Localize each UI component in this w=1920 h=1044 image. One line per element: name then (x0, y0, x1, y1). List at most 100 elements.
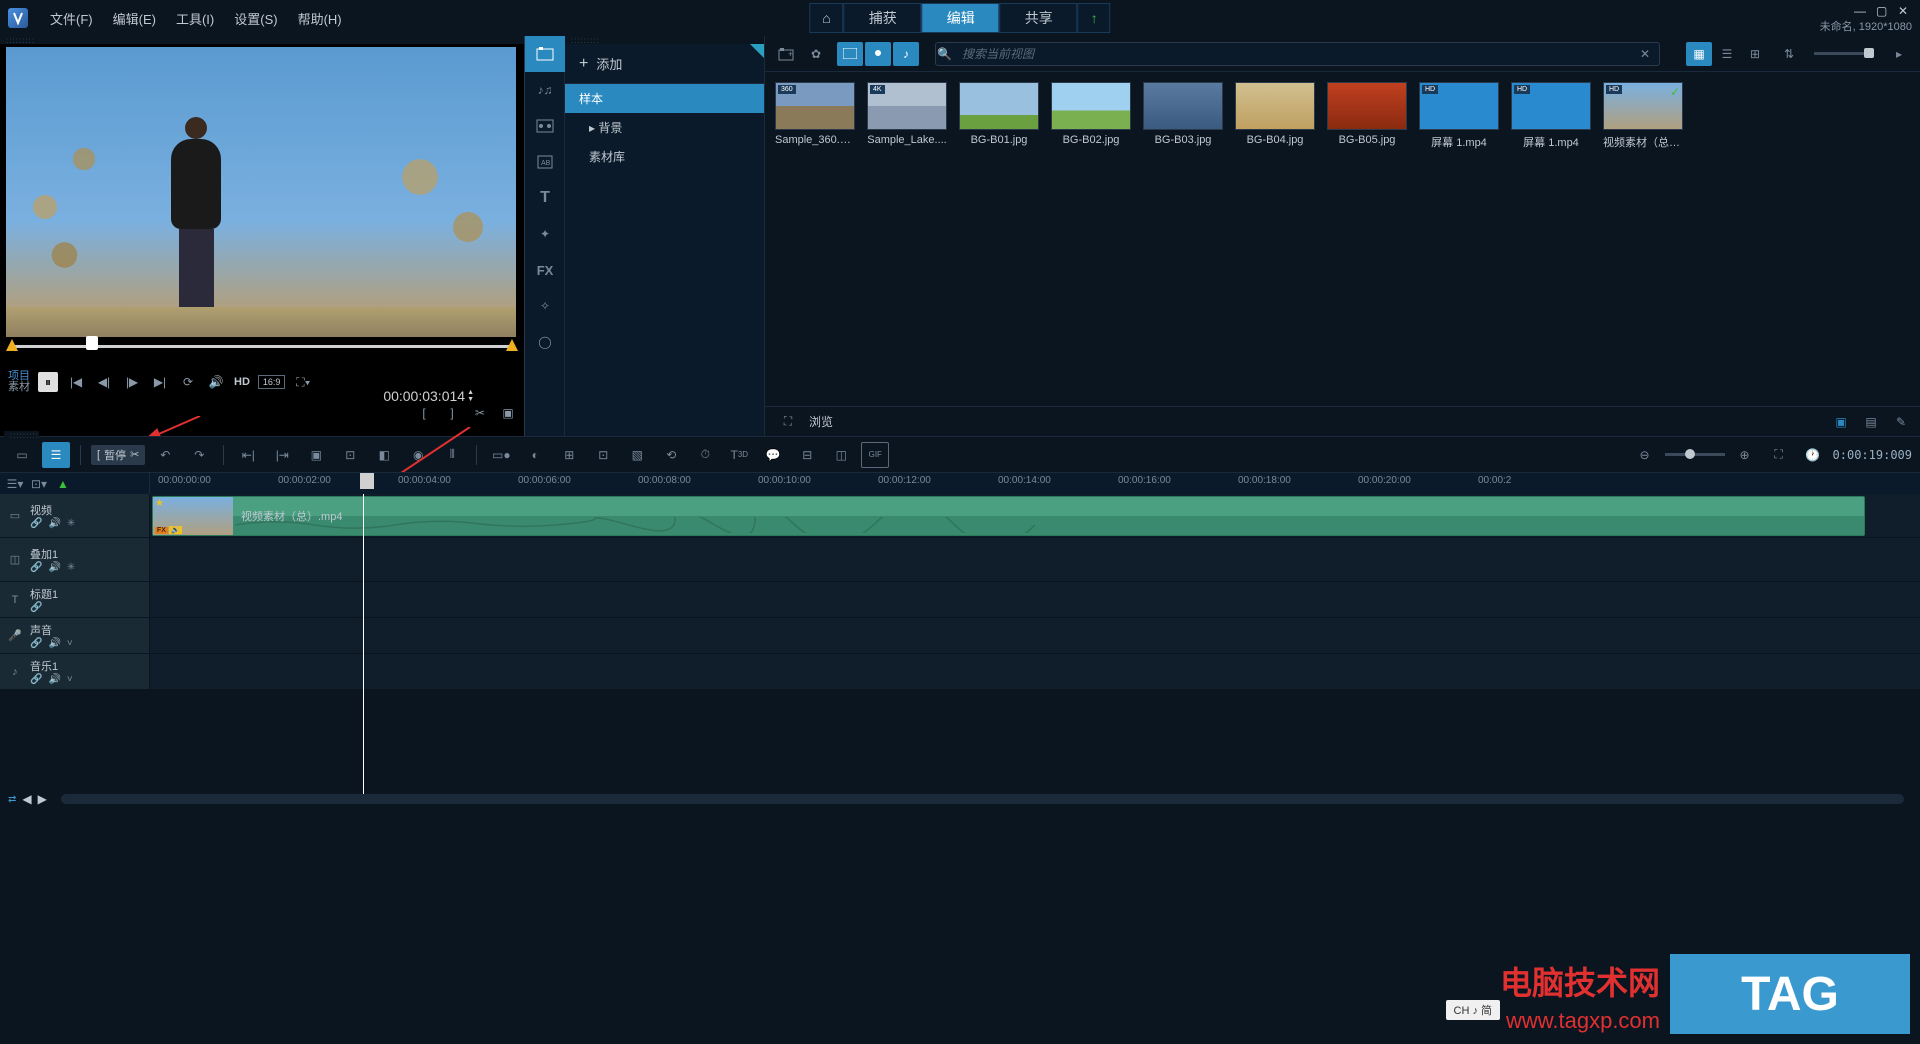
side-tab-filter[interactable]: ✧ (525, 288, 565, 324)
motion-button[interactable]: ⟲ (657, 442, 685, 468)
pan-zoom-button[interactable]: ⊡ (336, 442, 364, 468)
settings-icon[interactable]: ✿ (803, 42, 829, 66)
trim-in-button[interactable]: ⇤| (234, 442, 262, 468)
track-content-video[interactable]: ★FX🔊 视频素材（总）.mp4 (150, 494, 1920, 537)
auto-scroll-icon[interactable]: ⇄ (8, 794, 16, 805)
expand-button[interactable]: ▸ (1886, 42, 1912, 66)
mark-out-handle[interactable] (506, 339, 518, 351)
fit-button[interactable]: ⛶ (1765, 442, 1793, 468)
panel-toggle-3[interactable]: ✎ (1888, 410, 1914, 434)
drag-handle-tree[interactable]: ::::::::: (565, 36, 764, 44)
next-frame-button[interactable]: |▶ (122, 372, 142, 392)
minimize-button[interactable]: — (1854, 4, 1868, 18)
h-scrollbar[interactable] (61, 794, 1904, 804)
view-thumb-button[interactable]: ▦ (1686, 42, 1712, 66)
filter-audio-button[interactable]: ♪ (893, 42, 919, 66)
clock-icon[interactable]: 🕐 (1799, 442, 1827, 468)
menu-tools[interactable]: 工具(I) (166, 9, 224, 28)
thumb-item[interactable]: HD✓视频素材（总）.... (1603, 82, 1683, 150)
side-tab-audio[interactable]: ♪♫ (525, 72, 565, 108)
time-ruler[interactable]: 00:00:00:00 00:00:02:00 00:00:04:00 00:0… (150, 473, 1920, 494)
thumb-item[interactable]: BG-B05.jpg (1327, 82, 1407, 150)
maximize-button[interactable]: ▢ (1876, 4, 1890, 18)
timeline-view-button[interactable]: ☰ (42, 442, 70, 468)
split-screen-button[interactable]: ⊟ (793, 442, 821, 468)
browse-button[interactable]: ⛶ (775, 410, 801, 434)
mark-out-button[interactable]: ] (442, 404, 462, 422)
tab-upload[interactable]: ↑ (1078, 3, 1111, 33)
audio-mixer-button[interactable]: ⫴ (438, 442, 466, 468)
track-content-title[interactable] (150, 582, 1920, 617)
track-content-voice[interactable] (150, 618, 1920, 653)
drag-handle-preview[interactable]: ::::::::: (0, 36, 524, 44)
fullscreen-button[interactable]: ⛶▾ (293, 372, 313, 392)
tree-item-materials[interactable]: 素材库 (565, 142, 764, 171)
thumb-item[interactable]: HD屏幕 1.mp4 (1511, 82, 1591, 150)
zoom-in-button[interactable]: ⊕ (1731, 442, 1759, 468)
volume-slider[interactable] (1814, 52, 1874, 55)
view-grid-button[interactable]: ⊞ (1742, 42, 1768, 66)
track-menu-button[interactable]: ☰▾ (6, 471, 24, 497)
go-start-button[interactable]: |◀ (66, 372, 86, 392)
track-content-music[interactable] (150, 654, 1920, 689)
side-tab-graphic[interactable]: ✦ (525, 216, 565, 252)
playhead[interactable] (363, 494, 364, 794)
link-icon[interactable]: 🔗 (30, 518, 42, 529)
search-clear-button[interactable]: ✕ (1640, 47, 1650, 61)
track-content-overlay[interactable] (150, 538, 1920, 581)
scrub-playhead[interactable] (86, 336, 98, 350)
template-button[interactable]: ⊡ (589, 442, 617, 468)
filter-video-button[interactable] (837, 42, 863, 66)
subtitle-button[interactable]: 💬 (759, 442, 787, 468)
record-button[interactable]: ▭● (487, 442, 515, 468)
zoom-slider[interactable] (1665, 453, 1725, 456)
zoom-out-button[interactable]: ⊖ (1631, 442, 1659, 468)
tab-capture[interactable]: 捕获 (844, 3, 922, 33)
tab-edit[interactable]: 编辑 (922, 3, 1000, 33)
close-button[interactable]: ✕ (1898, 4, 1912, 18)
loop-button[interactable]: ⟳ (178, 372, 198, 392)
scrub-bar[interactable] (10, 345, 514, 363)
video-clip[interactable]: ★FX🔊 视频素材（总）.mp4 (152, 496, 1865, 536)
menu-file[interactable]: 文件(F) (40, 9, 103, 28)
side-tab-transition[interactable]: AB (525, 144, 565, 180)
tree-item-background[interactable]: ▸ 背景 (565, 113, 764, 142)
color-button[interactable]: ◉ (404, 442, 432, 468)
thumb-item[interactable]: BG-B04.jpg (1235, 82, 1315, 150)
volume-button[interactable]: 🔊 (206, 372, 226, 392)
import-button[interactable]: + (773, 42, 799, 66)
speed-button[interactable]: ⏱ (691, 442, 719, 468)
track-options-button[interactable]: ⊡▾ (30, 471, 48, 497)
undo-button[interactable]: ↶ (151, 442, 179, 468)
side-tab-media[interactable] (525, 36, 565, 72)
thumb-item[interactable]: HD屏幕 1.mp4 (1419, 82, 1499, 150)
play-pause-button[interactable]: ⏸ (38, 372, 58, 392)
3d-title-button[interactable]: T3D (725, 442, 753, 468)
aspect-ratio-button[interactable]: 16:9 (258, 375, 286, 389)
side-tab-title[interactable]: T (525, 180, 565, 216)
thumb-item[interactable]: 360Sample_360.m... (775, 82, 855, 150)
thumb-item[interactable]: BG-B03.jpg (1143, 82, 1223, 150)
mark-in-button[interactable]: [ (414, 404, 434, 422)
crop-button[interactable]: ▣ (498, 404, 518, 422)
panel-toggle-2[interactable]: ▤ (1858, 410, 1884, 434)
menu-edit[interactable]: 编辑(E) (103, 9, 166, 28)
drag-handle-timeline[interactable]: ::::::::: (4, 431, 39, 439)
scroll-right-button[interactable]: ▶ (38, 792, 47, 806)
thumb-item[interactable]: BG-B01.jpg (959, 82, 1039, 150)
menu-settings[interactable]: 设置(S) (224, 9, 287, 28)
trim-out-button[interactable]: |⇥ (268, 442, 296, 468)
hd-label[interactable]: HD (234, 376, 250, 388)
cue-marker[interactable] (360, 473, 374, 489)
preview-viewport[interactable] (6, 47, 516, 337)
split-button[interactable]: ✂ (470, 404, 490, 422)
sort-button[interactable]: ⇅ (1776, 42, 1802, 66)
timecode-display[interactable]: 00:00:03:014▲▼ (383, 388, 474, 404)
multicam-button[interactable]: ⊞ (555, 442, 583, 468)
sound-icon[interactable]: 🔊 (48, 518, 60, 529)
ar-button[interactable]: ◫ (827, 442, 855, 468)
add-folder-button[interactable]: +添加 (565, 44, 764, 84)
side-tab-motion[interactable]: ◯ (525, 324, 565, 360)
mark-in-handle[interactable] (6, 339, 18, 351)
side-tab-video[interactable] (525, 108, 565, 144)
